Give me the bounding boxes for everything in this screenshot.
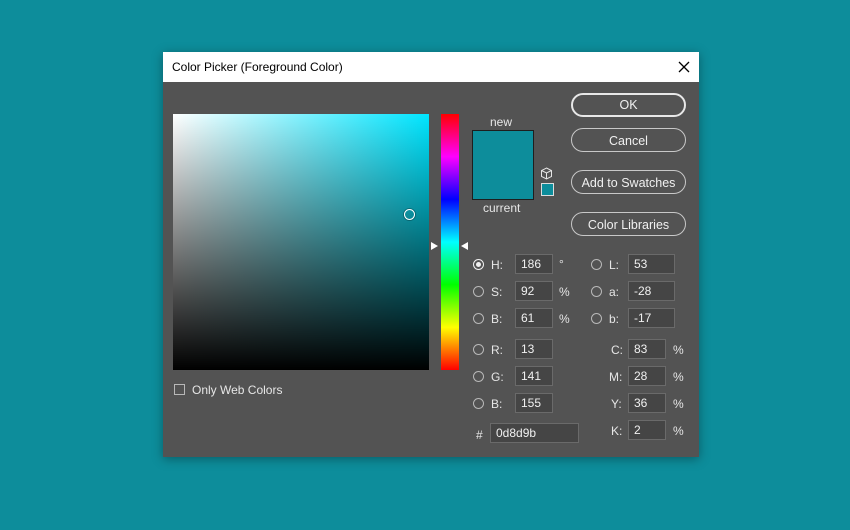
hex-input[interactable]: 0d8d9b [490, 423, 579, 443]
green-radio[interactable] [473, 371, 484, 382]
red-label: R: [491, 343, 503, 357]
only-web-colors-checkbox[interactable] [174, 384, 185, 395]
magenta-input[interactable]: 28 [628, 366, 666, 386]
color-field[interactable] [173, 114, 429, 370]
color-swatch [472, 130, 534, 200]
red-radio[interactable] [473, 344, 484, 355]
hue-unit: ° [559, 257, 564, 271]
current-color-swatch[interactable] [473, 165, 533, 199]
close-button[interactable] [669, 52, 699, 82]
magenta-unit: % [673, 370, 684, 384]
yellow-label: Y: [611, 397, 622, 411]
new-color-swatch [473, 131, 533, 165]
title-bar: Color Picker (Foreground Color) [163, 52, 699, 82]
cyan-input[interactable]: 83 [628, 339, 666, 359]
blue-radio[interactable] [473, 398, 484, 409]
saturation-radio[interactable] [473, 286, 484, 297]
brightness-input[interactable]: 61 [515, 308, 553, 328]
green-label: G: [491, 370, 504, 384]
saturation-unit: % [559, 285, 570, 299]
green-input[interactable]: 141 [515, 366, 553, 386]
cancel-button[interactable]: Cancel [571, 128, 686, 152]
saturation-input[interactable]: 92 [515, 281, 553, 301]
yellow-input[interactable]: 36 [628, 393, 666, 413]
a-channel-input[interactable]: -28 [628, 281, 675, 301]
cube-icon[interactable] [540, 167, 553, 180]
lightness-radio[interactable] [591, 259, 602, 270]
black-unit: % [673, 424, 684, 438]
blue-input[interactable]: 155 [515, 393, 553, 413]
hue-slider[interactable] [441, 114, 459, 370]
black-label: K: [611, 424, 623, 438]
hue-radio[interactable] [473, 259, 484, 270]
lightness-label: L: [609, 258, 620, 272]
brightness-unit: % [559, 312, 570, 326]
yellow-unit: % [673, 397, 684, 411]
color-picker-dialog: Color Picker (Foreground Color) Only Web… [163, 52, 699, 457]
magenta-label: M: [609, 370, 623, 384]
dialog-title: Color Picker (Foreground Color) [172, 60, 343, 74]
cyan-unit: % [673, 343, 684, 357]
blue-label: B: [491, 397, 503, 411]
new-label: new [490, 115, 513, 129]
a-channel-label: a: [609, 285, 620, 299]
red-input[interactable]: 13 [515, 339, 553, 359]
hue-label: H: [491, 258, 503, 272]
hue-slider-left-arrow-icon[interactable] [431, 242, 438, 251]
hue-slider-right-arrow-icon[interactable] [461, 242, 468, 251]
web-safe-color-swatch[interactable] [541, 183, 554, 196]
hex-label: # [476, 428, 483, 442]
close-icon [678, 61, 690, 73]
ok-button[interactable]: OK [571, 93, 686, 117]
only-web-colors-label: Only Web Colors [192, 383, 283, 397]
color-field-cursor[interactable] [403, 208, 415, 220]
color-libraries-button[interactable]: Color Libraries [571, 212, 686, 236]
brightness-label: B: [491, 312, 503, 326]
b-channel-label: b: [609, 312, 620, 326]
cyan-label: C: [611, 343, 623, 357]
add-to-swatches-button[interactable]: Add to Swatches [571, 170, 686, 194]
brightness-radio[interactable] [473, 313, 484, 324]
lightness-input[interactable]: 53 [628, 254, 675, 274]
b-channel-radio[interactable] [591, 313, 602, 324]
saturation-label: S: [491, 285, 503, 299]
black-input[interactable]: 2 [628, 420, 666, 440]
b-channel-input[interactable]: -17 [628, 308, 675, 328]
hue-input[interactable]: 186 [515, 254, 553, 274]
a-channel-radio[interactable] [591, 286, 602, 297]
current-label: current [483, 201, 521, 215]
